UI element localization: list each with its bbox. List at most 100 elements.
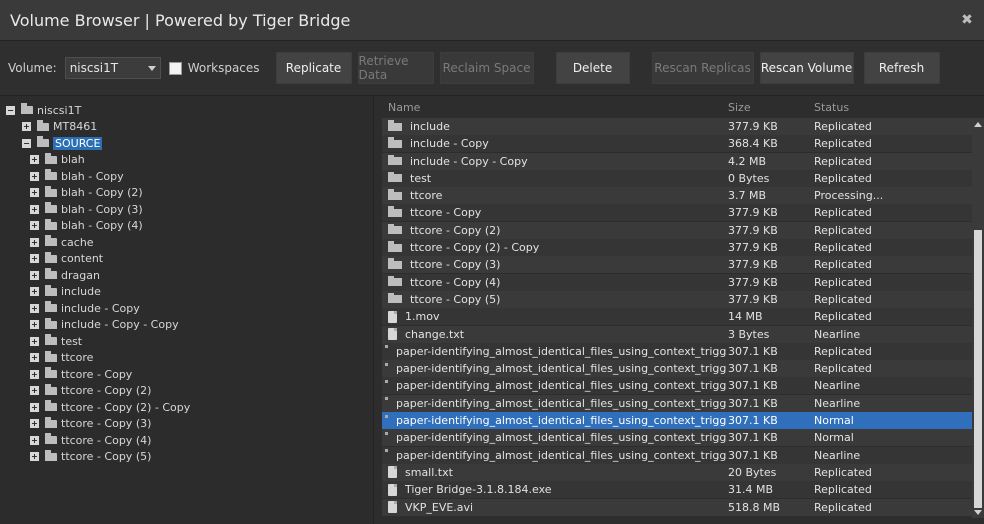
expand-icon[interactable]: + <box>30 386 39 396</box>
workspaces-checkbox[interactable] <box>168 61 182 75</box>
row-name: test <box>410 171 432 185</box>
tree-item[interactable]: + MT8461 <box>4 119 373 136</box>
tree-item[interactable]: + blah - Copy <box>4 168 373 185</box>
expand-icon[interactable]: + <box>30 353 39 363</box>
list-row[interactable]: ttcore - Copy (2) 377.9 KB Replicated <box>382 221 972 239</box>
list-row[interactable]: ttcore - Copy (4) 377.9 KB Replicated <box>382 273 972 291</box>
list-row[interactable]: ttcore - Copy 377.9 KB Replicated <box>382 204 972 222</box>
expand-icon[interactable]: + <box>30 237 39 247</box>
list-row[interactable]: paper-identifying_almost_identical_files… <box>382 342 972 360</box>
cell-name: ttcore <box>382 189 728 202</box>
expand-icon[interactable]: + <box>30 221 39 231</box>
list-row[interactable]: change.txt 3 Bytes Nearline <box>382 325 972 343</box>
workspaces-label: Workspaces <box>187 61 260 75</box>
list-row[interactable]: ttcore - Copy (5) 377.9 KB Replicated <box>382 290 972 308</box>
tree-item[interactable]: + include - Copy - Copy <box>4 317 373 334</box>
row-size: 377.9 KB <box>728 120 778 133</box>
tree-item[interactable]: + blah <box>4 152 373 169</box>
list-row[interactable]: paper-identifying_almost_identical_files… <box>382 412 972 430</box>
expand-icon[interactable]: + <box>30 287 39 297</box>
scrollbar-thumb[interactable] <box>974 230 982 508</box>
tree-item[interactable]: + ttcore - Copy <box>4 366 373 383</box>
tree-item[interactable]: + ttcore - Copy (3) <box>4 416 373 433</box>
row-name: paper-identifying_almost_identical_files… <box>396 431 728 445</box>
tree-item[interactable]: + test <box>4 333 373 350</box>
list-row[interactable]: paper-identifying_almost_identical_files… <box>382 360 972 378</box>
list-row[interactable]: ttcore 3.7 MB Processing... <box>382 187 972 205</box>
tree-item[interactable]: + ttcore <box>4 350 373 367</box>
tree-item[interactable]: − SOURCE <box>4 135 373 152</box>
list-row[interactable]: paper-identifying_almost_identical_files… <box>382 429 972 447</box>
scroll-up-icon[interactable] <box>972 118 984 130</box>
expand-icon[interactable]: + <box>30 303 39 313</box>
header-name[interactable]: Name <box>382 101 728 114</box>
tree-item-label: ttcore <box>61 351 94 365</box>
list-row[interactable]: test 0 Bytes Replicated <box>382 169 972 187</box>
tree-item[interactable]: + ttcore - Copy (4) <box>4 432 373 449</box>
expand-icon[interactable]: + <box>30 402 39 412</box>
list-row[interactable]: VKP_EVE.avi 518.8 MB Replicated <box>382 498 972 516</box>
replicate-button[interactable]: Replicate <box>275 52 352 84</box>
tree-item[interactable]: + dragan <box>4 267 373 284</box>
delete-button[interactable]: Delete <box>555 52 630 84</box>
row-size: 14 MB <box>728 310 763 324</box>
expand-icon[interactable]: + <box>30 320 39 330</box>
tree-item[interactable]: + blah - Copy (2) <box>4 185 373 202</box>
tree-item[interactable]: + ttcore - Copy (2) <box>4 383 373 400</box>
expand-icon[interactable]: + <box>30 204 39 214</box>
list-row[interactable]: paper-identifying_almost_identical_files… <box>382 394 972 412</box>
header-status[interactable]: Status <box>814 101 934 114</box>
close-icon[interactable]: ✖ <box>956 9 978 31</box>
scroll-down-icon[interactable] <box>972 506 984 518</box>
list-row[interactable]: Tiger Bridge-3.1.8.184.exe 31.4 MB Replica… <box>382 481 972 499</box>
rescan-replicas-button[interactable]: Rescan Replicas <box>651 52 754 84</box>
list-row[interactable]: small.txt 20 Bytes Replicated <box>382 463 972 481</box>
tree-item-label: dragan <box>61 268 100 282</box>
tree-item[interactable]: + blah - Copy (3) <box>4 201 373 218</box>
collapse-icon[interactable]: − <box>6 105 15 115</box>
tree-item[interactable]: + include - Copy <box>4 300 373 317</box>
expand-icon[interactable]: + <box>30 155 39 165</box>
expand-icon[interactable]: + <box>30 452 39 462</box>
header-size[interactable]: Size <box>728 101 814 114</box>
list-row[interactable]: 1.mov 14 MB Replicated <box>382 308 972 326</box>
list-row[interactable]: include - Copy 368.4 KB Replicated <box>382 135 972 153</box>
list-row[interactable]: paper-identifying_almost_identical_files… <box>382 377 972 395</box>
expand-icon[interactable]: + <box>30 435 39 445</box>
tree-item-label: SOURCE <box>53 136 103 150</box>
retrieve-data-button[interactable]: Retrieve Data <box>357 52 434 84</box>
row-name: include <box>410 120 450 133</box>
list-row[interactable]: include 377.9 KB Replicated <box>382 118 972 135</box>
expand-icon[interactable]: + <box>30 419 39 429</box>
collapse-icon[interactable]: − <box>22 138 31 148</box>
folder-icon <box>45 185 57 197</box>
list-row[interactable]: ttcore - Copy (3) 377.9 KB Replicated <box>382 256 972 274</box>
list-row[interactable]: paper-identifying_almost_identical_files… <box>382 446 972 464</box>
expand-icon[interactable]: + <box>30 254 39 264</box>
expand-icon[interactable]: + <box>30 270 39 280</box>
expand-icon[interactable]: + <box>30 369 39 379</box>
tree-item[interactable]: + include <box>4 284 373 301</box>
list-row[interactable]: include - Copy - Copy 4.2 MB Replicated <box>382 152 972 170</box>
row-status: Replicated <box>814 483 872 497</box>
rescan-volume-button[interactable]: Rescan Volume <box>759 52 854 84</box>
refresh-button[interactable]: Refresh <box>863 52 940 84</box>
reclaim-space-button[interactable]: Reclaim Space <box>439 52 534 84</box>
tree-root[interactable]: − niscsi1T <box>4 102 373 119</box>
tree-item[interactable]: + content <box>4 251 373 268</box>
tree-item[interactable]: + ttcore - Copy (5) <box>4 449 373 466</box>
volume-select[interactable]: niscsi1T <box>64 57 161 79</box>
expand-icon[interactable]: + <box>30 336 39 346</box>
list-row[interactable]: ttcore - Copy (2) - Copy 377.9 KB Replicat… <box>382 239 972 257</box>
list-scrollbar[interactable] <box>972 118 984 518</box>
tree-item[interactable]: + cache <box>4 234 373 251</box>
tree-item[interactable]: + ttcore - Copy (2) - Copy <box>4 399 373 416</box>
row-status: Replicated <box>814 223 872 237</box>
expand-icon[interactable]: + <box>22 122 31 132</box>
volume-browser-window: Volume Browser | Powered by Tiger Bridge… <box>0 0 984 524</box>
row-size: 518.8 MB <box>728 500 781 514</box>
tree-item[interactable]: + blah - Copy (4) <box>4 218 373 235</box>
expand-icon[interactable]: + <box>30 171 39 181</box>
workspaces-checkbox-label[interactable]: Workspaces <box>168 61 260 75</box>
expand-icon[interactable]: + <box>30 188 39 198</box>
